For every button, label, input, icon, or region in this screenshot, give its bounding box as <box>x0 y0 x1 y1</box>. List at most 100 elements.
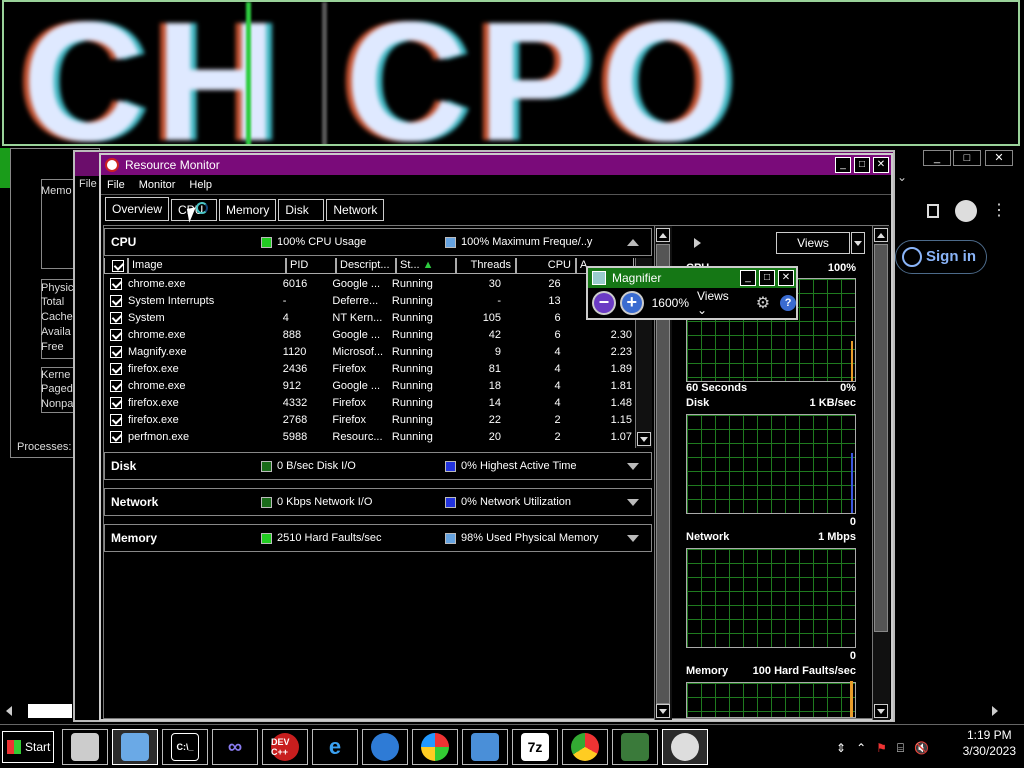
expand-chevron-icon[interactable] <box>627 534 639 542</box>
row-checkbox[interactable] <box>110 379 122 392</box>
minimize-icon[interactable]: _ <box>740 270 756 286</box>
table-row[interactable]: firefox.exe 2436 Firefox Running 81 4 1.… <box>104 360 634 377</box>
minimize-icon[interactable]: _ <box>835 157 851 173</box>
network-icon[interactable]: ⌸ <box>897 741 904 756</box>
scroll-down-arrow-icon[interactable] <box>656 704 670 718</box>
zoom-in-icon[interactable]: + <box>619 291 644 315</box>
table-row[interactable]: chrome.exe 912 Google ... Running 18 4 1… <box>104 377 634 394</box>
row-checkbox[interactable] <box>110 311 122 324</box>
taskbar-visual-studio[interactable]: ∞ <box>212 729 258 765</box>
gear-icon[interactable]: ⚙ <box>756 293 770 313</box>
clock[interactable]: 1:19 PM 3/30/2023 <box>963 727 1016 759</box>
magnifier-views-dropdown[interactable]: Views ⌄ <box>697 289 742 317</box>
sidebar-icon[interactable] <box>927 204 939 218</box>
disk-section-header[interactable]: Disk 0 B/sec Disk I/O 0% Highest Active … <box>104 452 652 480</box>
zoom-out-icon[interactable]: − <box>592 291 616 315</box>
more-options-icon[interactable]: ⋮ <box>991 200 1007 220</box>
taskbar-remote-desktop[interactable] <box>462 729 508 765</box>
taskbar-windows[interactable] <box>412 729 458 765</box>
table-row[interactable]: Magnify.exe 1120 Microsof... Running 9 4… <box>104 343 634 360</box>
background-browser[interactable]: _ □ ✕ ⌄ Sign in ⋮ <box>895 148 1023 718</box>
row-checkbox[interactable] <box>110 294 122 307</box>
magnifier-window[interactable]: Magnifier _ □ ✕ − + 1600% Views ⌄ ⚙ ? <box>586 266 798 320</box>
column-cpu[interactable]: CPU <box>516 258 576 274</box>
taskbar-chrome[interactable] <box>562 729 608 765</box>
column-pid[interactable]: PID <box>286 258 336 274</box>
taskbar-7zip[interactable]: 7z <box>512 729 558 765</box>
maximize-icon[interactable]: □ <box>759 270 775 286</box>
memory-section-header[interactable]: Memory 2510 Hard Faults/sec 98% Used Phy… <box>104 524 652 552</box>
scroll-up-arrow-icon[interactable] <box>656 228 670 242</box>
cpu-section-header[interactable]: CPU 100% CPU Usage 100% Maximum Freque/.… <box>104 228 652 256</box>
collapse-chevron-icon[interactable] <box>627 238 639 246</box>
horizontal-scroll-thumb[interactable] <box>28 704 72 718</box>
scroll-right-arrow-icon[interactable] <box>992 706 998 716</box>
close-icon[interactable]: ✕ <box>985 150 1013 166</box>
taskbar-photo-app[interactable] <box>112 729 158 765</box>
row-checkbox[interactable] <box>110 430 122 443</box>
expand-chevron-icon[interactable] <box>627 498 639 506</box>
network-section-header[interactable]: Network 0 Kbps Network I/O 0% Network Ut… <box>104 488 652 516</box>
tab-memory[interactable]: Memory <box>219 199 277 221</box>
row-checkbox[interactable] <box>110 396 122 409</box>
scroll-thumb[interactable] <box>874 244 888 632</box>
menu-file[interactable]: File <box>107 179 125 191</box>
tab-overview[interactable]: Overview <box>105 197 170 221</box>
close-icon[interactable]: ✕ <box>778 270 794 286</box>
table-row[interactable]: chrome.exe 6016 Google ... Running 30 26 <box>104 275 634 292</box>
column-description[interactable]: Descript... <box>336 258 396 274</box>
tab-disk[interactable]: Disk <box>278 199 325 221</box>
help-icon[interactable]: ? <box>780 295 796 311</box>
menu-monitor[interactable]: Monitor <box>139 179 176 191</box>
taskbar-fax-app[interactable] <box>62 729 108 765</box>
sign-in-button[interactable]: Sign in <box>895 240 987 274</box>
views-dropdown-icon[interactable] <box>851 232 865 254</box>
show-hidden-icons-icon[interactable]: ⌃ <box>856 741 866 755</box>
row-checkbox[interactable] <box>110 277 122 290</box>
taskbar-internet-explorer[interactable]: e <box>312 729 358 765</box>
select-all-checkbox[interactable] <box>112 259 124 272</box>
taskbar-browser[interactable] <box>362 729 408 765</box>
taskbar-system-monitor[interactable] <box>612 729 658 765</box>
taskbar-resource-monitor[interactable] <box>662 729 708 765</box>
menu-help[interactable]: Help <box>189 179 212 191</box>
scroll-up-arrow-icon[interactable] <box>874 228 888 242</box>
taskbar-command-prompt[interactable]: C:\_ <box>162 729 208 765</box>
close-icon[interactable]: ✕ <box>873 157 889 173</box>
volume-muted-icon[interactable]: 🔇 <box>914 741 929 755</box>
tray-scroll-icon[interactable]: ⇕ <box>836 741 846 755</box>
row-checkbox[interactable] <box>110 413 122 426</box>
table-row[interactable]: firefox.exe 2768 Firefox Running 22 2 1.… <box>104 411 634 428</box>
column-status[interactable]: St... ▲ <box>396 258 456 274</box>
table-row[interactable]: perfmon.exe 5988 Resourc... Running 20 2… <box>104 428 634 445</box>
chevron-down-icon[interactable]: ⌄ <box>897 170 907 184</box>
action-center-icon[interactable]: ⚑ <box>876 741 887 755</box>
maximize-icon[interactable]: □ <box>953 150 981 166</box>
profile-avatar-icon[interactable] <box>955 200 977 222</box>
graphs-scrollbar[interactable] <box>872 226 890 720</box>
column-threads[interactable]: Threads <box>456 258 516 274</box>
scroll-down-arrow-icon[interactable] <box>637 432 651 446</box>
views-button[interactable]: Views <box>776 232 850 254</box>
table-row[interactable]: System 4 NT Kern... Running 105 6 <box>104 309 634 326</box>
magnifier-title-bar[interactable]: Magnifier _ □ ✕ <box>588 268 796 288</box>
scroll-down-arrow-icon[interactable] <box>874 704 888 718</box>
scroll-left-arrow-icon[interactable] <box>6 706 12 716</box>
row-checkbox[interactable] <box>110 328 122 341</box>
row-checkbox[interactable] <box>110 362 122 375</box>
maximize-icon[interactable]: □ <box>854 157 870 173</box>
tab-network[interactable]: Network <box>326 199 385 221</box>
title-bar[interactable]: Resource Monitor _ □ ✕ <box>101 155 891 175</box>
column-image[interactable]: Image <box>128 258 286 274</box>
expand-chevron-icon[interactable] <box>627 462 639 470</box>
minimize-icon[interactable]: _ <box>923 150 951 166</box>
select-all-checkbox-cell[interactable] <box>104 258 128 274</box>
row-checkbox[interactable] <box>110 345 122 358</box>
start-button[interactable]: Start <box>2 731 54 763</box>
table-row[interactable]: System Interrupts - Deferre... Running -… <box>104 292 634 309</box>
table-row[interactable]: chrome.exe 888 Google ... Running 42 6 2… <box>104 326 634 343</box>
collapse-pane-icon[interactable] <box>694 238 701 248</box>
table-row[interactable]: firefox.exe 4332 Firefox Running 14 4 1.… <box>104 394 634 411</box>
resource-monitor-window[interactable]: Resource Monitor _ □ ✕ File Monitor Help… <box>99 153 893 721</box>
taskbar-dev-cpp[interactable]: DEV C++ <box>262 729 308 765</box>
